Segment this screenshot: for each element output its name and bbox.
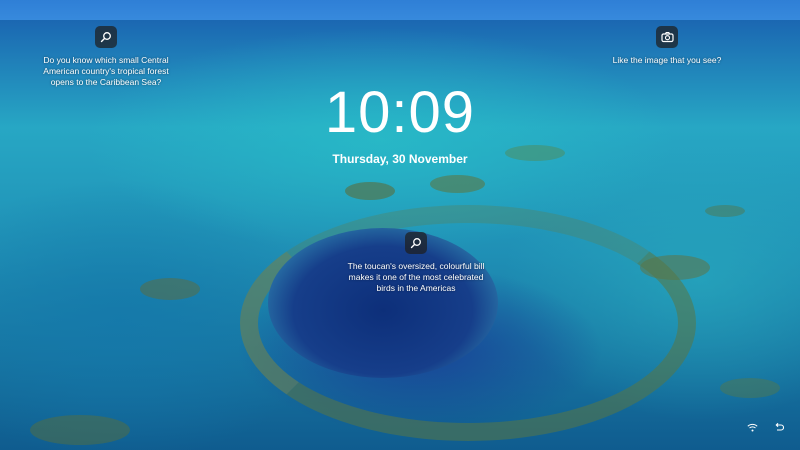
wifi-icon[interactable] [747, 423, 758, 432]
status-tray [747, 422, 784, 432]
spotlight-tip-top-right[interactable]: Like the image that you see? [596, 26, 738, 66]
tip-text-line: The toucan's oversized, colourful bill [347, 261, 485, 271]
spotlight-tip-center[interactable]: The toucan's oversized, colourful bill m… [330, 232, 502, 294]
lockscreen-date: Thursday, 30 November [332, 152, 468, 166]
search-icon[interactable] [95, 26, 117, 48]
reef-patch [705, 205, 745, 217]
restart-icon[interactable] [774, 422, 784, 432]
reef-patch [30, 415, 130, 445]
reef-patch [505, 145, 565, 161]
reef-patch [720, 378, 780, 398]
search-icon[interactable] [405, 232, 427, 254]
reef-patch [140, 278, 200, 300]
tip-text-line: Do you know which small Central [43, 55, 169, 65]
tip-text-line: American country's tropical forest [43, 66, 169, 76]
tip-text-line: makes it one of the most celebrated [348, 272, 484, 282]
tip-text: Like the image that you see? [612, 55, 722, 65]
reef-patch [430, 175, 485, 193]
reef-patch [345, 182, 395, 200]
camera-icon[interactable] [656, 26, 678, 48]
tip-text-line: opens to the Caribbean Sea? [50, 77, 162, 87]
tip-text-line: birds in the Americas [376, 283, 456, 293]
spotlight-tip-top-left[interactable]: Do you know which small Central American… [20, 26, 192, 88]
lockscreen-time: 10:09 [324, 80, 476, 145]
